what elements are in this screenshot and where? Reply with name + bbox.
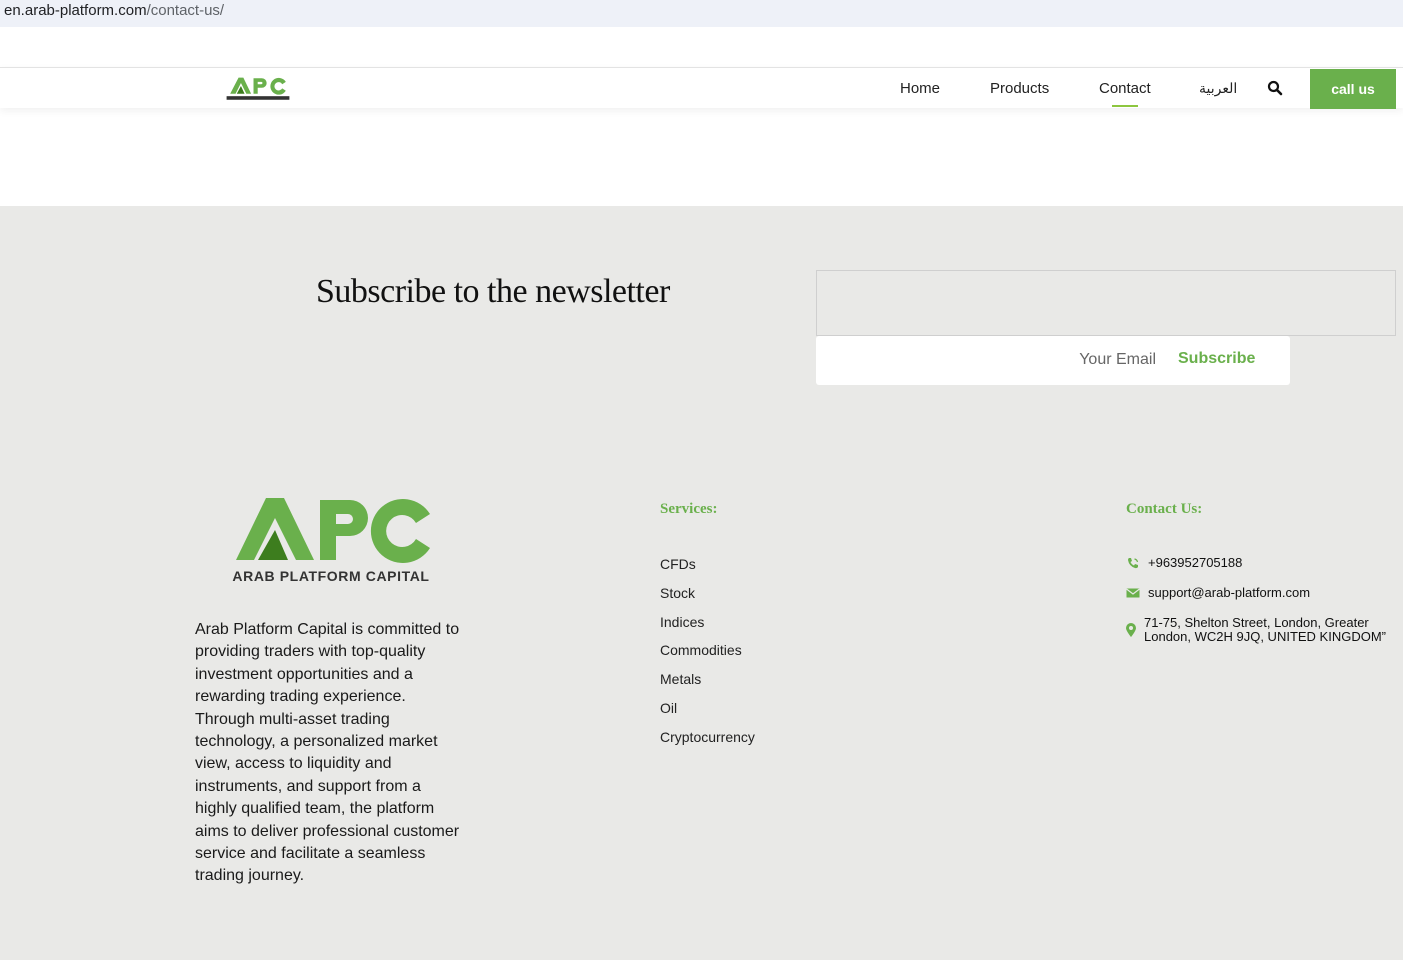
apc-logo[interactable] [226, 74, 290, 104]
nav-contact[interactable]: Contact [1099, 80, 1151, 97]
service-link-oil[interactable]: Oil [660, 700, 755, 729]
nav-language-arabic[interactable]: العربية [1199, 80, 1237, 97]
url-path: /contact-us/ [146, 2, 225, 19]
contact-title: Contact Us: [1126, 501, 1203, 517]
subscribe-button[interactable]: Subscribe [1178, 350, 1255, 368]
contact-email[interactable]: support@arab-platform.com [1126, 586, 1310, 600]
address-text: 71-75, Shelton Street, London, Greater L… [1144, 616, 1386, 644]
service-link-metals[interactable]: Metals [660, 671, 755, 700]
service-link-cfds[interactable]: CFDs [660, 556, 755, 585]
logo-tagline-text: ARAB PLATFORM CAPITAL [232, 568, 429, 584]
search-icon[interactable] [1267, 80, 1283, 96]
call-us-button[interactable]: call us [1310, 69, 1396, 109]
email-input[interactable] [826, 344, 1156, 376]
service-link-stock[interactable]: Stock [660, 585, 755, 614]
contact-address: 71-75, Shelton Street, London, Greater L… [1126, 616, 1386, 644]
services-title: Services: [660, 501, 718, 517]
address-line-2: London, WC2H 9JQ, UNITED KINGDOM” [1144, 629, 1386, 644]
services-list: CFDs Stock Indices Commodities Metals Oi… [660, 556, 755, 758]
map-pin-icon [1126, 623, 1136, 637]
browser-url-bar[interactable]: en.arab-platform.com/contact-us/ [0, 0, 1403, 27]
envelope-icon [1126, 588, 1140, 598]
phone-icon [1128, 558, 1139, 569]
phone-number: +963952705188 [1148, 555, 1243, 570]
address-line-1: 71-75, Shelton Street, London, Greater [1144, 615, 1369, 630]
url-text[interactable]: en.arab-platform.com/contact-us/ [4, 2, 224, 19]
nav-home[interactable]: Home [900, 80, 940, 97]
service-link-cryptocurrency[interactable]: Cryptocurrency [660, 729, 755, 758]
service-link-indices[interactable]: Indices [660, 614, 755, 643]
footer: Subscribe to the newsletter Subscribe AR… [0, 206, 1403, 960]
newsletter-frame [816, 270, 1396, 336]
apc-footer-logo: ARAB PLATFORM CAPITAL [232, 498, 430, 584]
nav-active-indicator [1112, 105, 1138, 107]
email-address: support@arab-platform.com [1148, 585, 1311, 600]
url-host: en.arab-platform.com [4, 2, 147, 19]
service-link-commodities[interactable]: Commodities [660, 642, 755, 671]
nav-products[interactable]: Products [990, 80, 1049, 97]
newsletter-form: Subscribe [816, 336, 1290, 385]
contact-phone[interactable]: +963952705188 [1126, 556, 1242, 570]
site-header: Home Products Contact العربية call us [0, 67, 1403, 109]
newsletter-title: Subscribe to the newsletter [316, 273, 670, 310]
about-text: Arab Platform Capital is committed to pr… [195, 621, 460, 885]
